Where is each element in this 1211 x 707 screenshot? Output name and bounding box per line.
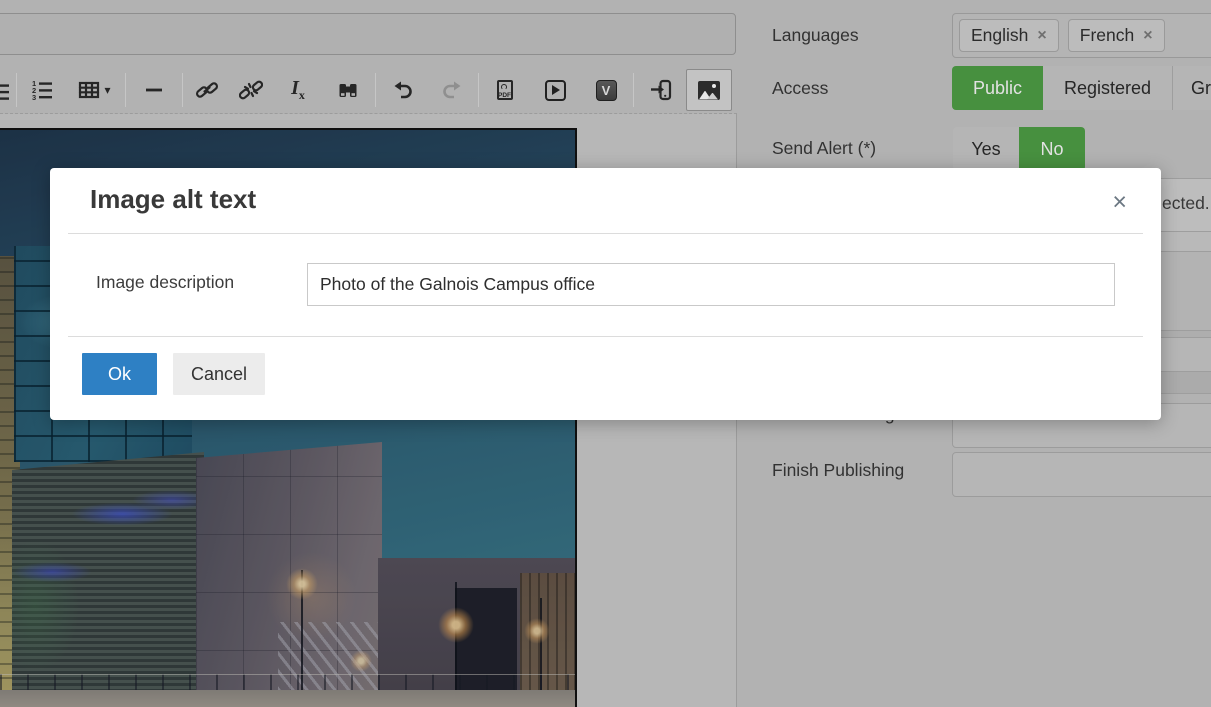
toolbar-separator bbox=[182, 73, 183, 107]
ordered-list-icon: 1 2 3 bbox=[30, 78, 54, 102]
send-alert-button-group: Yes No bbox=[953, 127, 1085, 171]
remove-tag-icon[interactable]: × bbox=[1143, 27, 1152, 45]
article-title-input[interactable] bbox=[0, 13, 736, 55]
image-alt-text-dialog: Image alt text × Image description Ok Ca… bbox=[50, 168, 1161, 420]
link-icon bbox=[195, 78, 219, 102]
send-alert-no-button[interactable]: No bbox=[1019, 127, 1085, 171]
languages-multiselect[interactable]: English × French × bbox=[952, 13, 1211, 58]
insert-image-button[interactable] bbox=[686, 69, 732, 111]
language-tag[interactable]: English × bbox=[959, 19, 1059, 52]
table-icon bbox=[77, 78, 101, 102]
dialog-title: Image alt text bbox=[90, 184, 256, 215]
table-button[interactable]: ▾ bbox=[65, 69, 123, 111]
image-description-input[interactable] bbox=[307, 263, 1115, 306]
dialog-divider bbox=[68, 336, 1143, 337]
toolbar-separator bbox=[478, 73, 479, 107]
toolbar-separator bbox=[125, 73, 126, 107]
editor-toolbar: 1 2 3 ▾ bbox=[0, 64, 737, 114]
play-icon bbox=[545, 80, 566, 101]
groups-status-text: ected. bbox=[1162, 193, 1210, 214]
access-public-button[interactable]: Public bbox=[952, 66, 1043, 110]
redo-button[interactable] bbox=[428, 69, 476, 111]
remove-tag-icon[interactable]: × bbox=[1037, 27, 1046, 45]
login-arrow-icon bbox=[649, 78, 673, 102]
vimeo-icon: V bbox=[596, 80, 617, 101]
toolbar-separator bbox=[633, 73, 634, 107]
redo-icon bbox=[440, 78, 464, 102]
language-tag[interactable]: French × bbox=[1068, 19, 1165, 52]
horizontal-rule-button[interactable] bbox=[128, 69, 180, 111]
finish-publishing-input[interactable] bbox=[952, 452, 1211, 497]
ok-button[interactable]: Ok bbox=[82, 353, 157, 395]
dialog-divider bbox=[68, 233, 1143, 234]
login-redirect-button[interactable] bbox=[636, 69, 686, 111]
clear-formatting-button[interactable]: Ix bbox=[273, 69, 323, 111]
caret-down-icon: ▾ bbox=[104, 83, 110, 97]
access-registered-button[interactable]: Registered bbox=[1043, 66, 1172, 110]
language-tag-label: English bbox=[971, 25, 1028, 46]
insert-link-button[interactable] bbox=[185, 69, 229, 111]
horizontal-rule-icon bbox=[142, 78, 166, 102]
binoculars-icon bbox=[336, 78, 360, 102]
cancel-button[interactable]: Cancel bbox=[173, 353, 265, 395]
image-icon bbox=[698, 81, 720, 100]
image-description-label: Image description bbox=[96, 272, 234, 293]
finish-publishing-label: Finish Publishing bbox=[772, 460, 904, 481]
svg-text:3: 3 bbox=[32, 93, 36, 102]
access-group-button[interactable]: Gr bbox=[1173, 66, 1211, 110]
toolbar-separator bbox=[16, 73, 17, 107]
vimeo-button[interactable]: V bbox=[581, 69, 631, 111]
languages-label: Languages bbox=[772, 25, 859, 46]
undo-button[interactable] bbox=[378, 69, 428, 111]
media-embed-button[interactable] bbox=[529, 69, 581, 111]
remove-link-button[interactable] bbox=[229, 69, 273, 111]
access-button-group: Public Registered Gr bbox=[952, 66, 1211, 110]
pdf-icon: PDF bbox=[497, 80, 513, 100]
ordered-list-button[interactable]: 1 2 3 bbox=[19, 69, 65, 111]
send-alert-yes-button[interactable]: Yes bbox=[953, 127, 1019, 171]
clear-formatting-icon: Ix bbox=[291, 77, 305, 103]
access-label: Access bbox=[772, 78, 828, 99]
undo-icon bbox=[391, 78, 415, 102]
language-tag-label: French bbox=[1080, 25, 1134, 46]
unlink-icon bbox=[239, 78, 263, 102]
toolbar-separator bbox=[375, 73, 376, 107]
send-alert-label: Send Alert (*) bbox=[772, 138, 876, 159]
export-pdf-button[interactable]: PDF bbox=[481, 69, 529, 111]
find-replace-button[interactable] bbox=[323, 69, 373, 111]
cms-edit-screen: 1 2 3 ▾ bbox=[0, 0, 1211, 707]
close-icon[interactable]: × bbox=[1112, 190, 1127, 215]
